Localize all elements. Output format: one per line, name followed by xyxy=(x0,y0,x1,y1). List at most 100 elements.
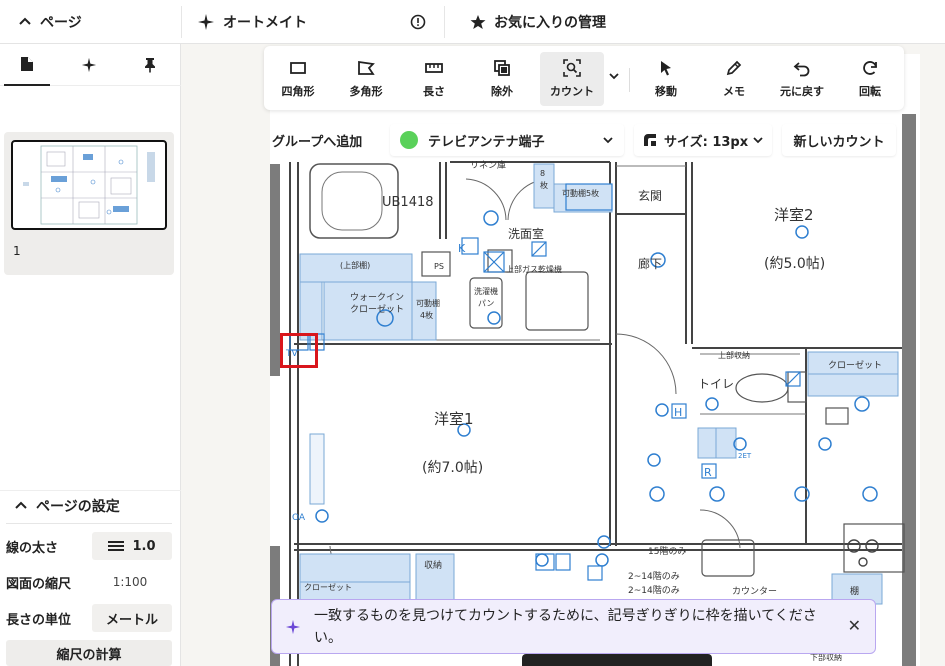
tool-move[interactable]: 移動 xyxy=(636,52,696,106)
left-sidebar: 1 ページの設定 線の太さ 1.0 図面の縮尺 1:100 長さの単位 メートル… xyxy=(0,44,181,666)
pages-label: ページ xyxy=(40,15,82,31)
add-to-group-button[interactable]: グループへ追加 xyxy=(262,124,386,156)
tool-polygon[interactable]: 多角形 xyxy=(336,52,396,106)
size-select[interactable]: サイズ: 13px xyxy=(634,124,772,156)
tool-label: カウント xyxy=(550,85,594,98)
favorites-button[interactable]: お気に入りの管理 xyxy=(470,0,606,44)
star-icon xyxy=(470,15,486,29)
info-icon xyxy=(410,14,426,30)
hint-message: 一致するものを見つけてカウントするために、記号ぎりぎりに枠を描いてください。 xyxy=(314,608,817,646)
plan-label-gas-dryer: 上部ガス乾燥機 xyxy=(506,264,562,274)
plan-label-room2: 洋室2 xyxy=(774,206,814,224)
rotate-icon xyxy=(863,61,877,75)
plan-label-linen: リネン庫 xyxy=(470,159,506,171)
undo-icon xyxy=(793,62,810,77)
group-name: テレビアンテナ端子 xyxy=(428,134,545,150)
chevron-down-icon xyxy=(609,73,619,80)
rectangle-icon xyxy=(290,62,306,74)
plan-label-r: R xyxy=(704,466,712,479)
tool-exclude[interactable]: 除外 xyxy=(472,52,532,106)
plan-label-ps: PS xyxy=(434,262,444,271)
plan-label-room1-size: (約7.0帖) xyxy=(422,460,483,476)
tools-toolbar: 四角形 多角形 長さ 除外 カウント 移動 メモ 元に戻す 回転 xyxy=(264,46,904,110)
calculate-scale-button[interactable]: 縮尺の計算 xyxy=(6,640,172,666)
count-search-icon xyxy=(563,59,581,77)
cursor-icon xyxy=(661,61,671,76)
sparkle-icon xyxy=(81,57,97,73)
page-settings-toggle[interactable]: ページの設定 xyxy=(14,496,120,516)
document-icon xyxy=(21,57,33,71)
scale-row: 図面の縮尺 1:100 xyxy=(6,568,176,596)
scale-label: 図面の縮尺 xyxy=(6,576,72,592)
scale-value[interactable]: 1:100 xyxy=(92,568,168,596)
sparkle-icon xyxy=(285,619,301,635)
chevron-up-icon xyxy=(19,17,31,25)
automate-button[interactable]: オートメイト xyxy=(197,0,307,44)
line-width-row: 線の太さ 1.0 xyxy=(6,532,176,560)
plan-label-h: H xyxy=(674,406,682,419)
unit-label: 長さの単位 xyxy=(6,612,72,628)
exclude-icon xyxy=(494,60,510,76)
tool-label: 元に戻す xyxy=(780,85,824,98)
tab-automate[interactable] xyxy=(66,44,112,86)
plan-label-corridor: 廊下 xyxy=(638,256,662,271)
page-settings-panel: ページの設定 線の太さ 1.0 図面の縮尺 1:100 長さの単位 メートル 縮… xyxy=(0,490,181,666)
plan-label-shelf4: 可動棚 xyxy=(416,298,440,308)
plan-label-closet2: クローゼット xyxy=(304,582,352,592)
line-width-select[interactable]: 1.0 xyxy=(92,532,172,560)
tool-memo[interactable]: メモ xyxy=(704,52,764,106)
selection-highlight-box xyxy=(280,333,318,368)
plan-label-shelf-8a: 8 xyxy=(540,169,545,178)
tool-undo[interactable]: 元に戻す xyxy=(772,52,832,106)
sparkle-icon xyxy=(198,14,214,30)
tool-count[interactable]: カウント xyxy=(540,52,604,106)
tool-label: 回転 xyxy=(859,85,881,98)
plan-label-shelf8: 棚 xyxy=(850,585,859,597)
plan-label-ub: UB1418 xyxy=(382,195,434,210)
plan-label-storage: 収納 xyxy=(424,559,442,571)
sidebar-tabs xyxy=(0,44,181,86)
plan-label-floor15: 15階のみ xyxy=(648,546,686,557)
tool-rotate[interactable]: 回転 xyxy=(840,52,900,106)
plan-label-toilet: トイレ xyxy=(698,377,734,391)
group-select[interactable]: テレビアンテナ端子 xyxy=(390,124,624,156)
chevron-down-icon xyxy=(603,137,613,144)
polygon-icon xyxy=(358,60,375,75)
pin-icon xyxy=(145,58,155,73)
info-icon-button[interactable] xyxy=(410,0,426,44)
count-dropdown-chevron[interactable] xyxy=(608,70,620,86)
page-thumbnail-card[interactable]: 1 xyxy=(4,132,174,275)
plan-label-room2-size: (約5.0帖) xyxy=(764,256,825,272)
unit-row: 長さの単位 メートル xyxy=(6,604,176,632)
group-color-dot xyxy=(400,131,418,149)
automate-label: オートメイト xyxy=(223,15,307,31)
lines-icon xyxy=(108,541,125,551)
size-icon xyxy=(644,134,656,146)
ruler-icon xyxy=(425,63,443,73)
plan-label-entrance: 玄関 xyxy=(638,188,662,203)
line-width-label: 線の太さ xyxy=(6,540,59,556)
count-options-bar: グループへ追加 テレビアンテナ端子 サイズ: 13px 新しいカウント xyxy=(262,124,898,158)
tool-rectangle[interactable]: 四角形 xyxy=(268,52,328,106)
plan-label-washer2: パン xyxy=(478,299,494,308)
plan-label-k: K xyxy=(458,242,466,255)
top-header: ページ オートメイト お気に入りの管理 xyxy=(0,0,945,44)
tool-length[interactable]: 長さ xyxy=(404,52,464,106)
unit-select[interactable]: メートル xyxy=(92,604,172,632)
tool-label: 四角形 xyxy=(281,85,315,98)
plan-label-walkin1: ウォークイン xyxy=(350,292,404,303)
plan-label-washroom: 洗面室 xyxy=(508,226,544,241)
chevron-down-icon xyxy=(753,137,763,144)
tool-label: 除外 xyxy=(491,85,513,98)
pages-toggle[interactable]: ページ xyxy=(18,0,82,44)
page-settings-title: ページの設定 xyxy=(36,499,120,515)
tab-pages[interactable] xyxy=(4,44,50,86)
page-number: 1 xyxy=(13,244,21,258)
page-thumbnail[interactable] xyxy=(11,140,167,230)
plan-label-upper-shelf: (上部棚) xyxy=(340,260,370,270)
close-icon[interactable]: ✕ xyxy=(848,616,861,635)
plan-label-shelf-8b: 枚 xyxy=(540,180,548,190)
plan-label-oa: OA xyxy=(292,513,306,523)
tab-pinned[interactable] xyxy=(127,44,173,86)
new-count-button[interactable]: 新しいカウント xyxy=(782,124,896,156)
